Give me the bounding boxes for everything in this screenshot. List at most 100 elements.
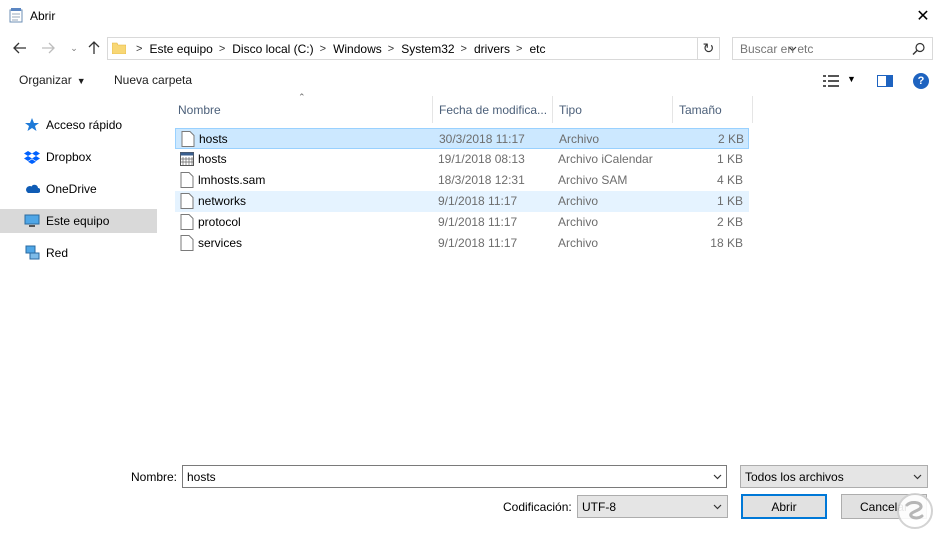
column-header-label: Tipo bbox=[559, 102, 582, 117]
column-header-label: Nombre bbox=[178, 102, 221, 117]
file-type: Archivo iCalendar bbox=[558, 152, 653, 166]
file-name: protocol bbox=[198, 215, 241, 229]
nav-item-label: Acceso rápido bbox=[46, 118, 123, 132]
nav-item-network[interactable]: Red bbox=[0, 241, 157, 265]
breadcrumb-separator-icon: > bbox=[136, 43, 143, 55]
file-icon bbox=[180, 193, 194, 209]
new-folder-button[interactable]: Nueva carpeta bbox=[114, 73, 192, 87]
file-type: Archivo bbox=[558, 236, 599, 250]
open-button[interactable]: Abrir bbox=[741, 494, 827, 519]
nav-item-dropbox[interactable]: Dropbox bbox=[0, 145, 157, 169]
nav-item-onedrive[interactable]: OneDrive bbox=[0, 177, 157, 201]
file-type: Archivo bbox=[558, 194, 599, 208]
arrow-right-icon bbox=[42, 42, 55, 54]
breadcrumb-separator-icon[interactable]: > bbox=[388, 43, 394, 55]
back-button[interactable] bbox=[9, 38, 31, 58]
breadcrumb: > Este equipo > Disco local (C:) > Windo… bbox=[130, 42, 545, 56]
nav-item-label: Dropbox bbox=[46, 150, 92, 164]
table-row[interactable]: hosts 30/3/2018 11:17 Archivo 2 KB bbox=[175, 128, 749, 149]
dialog-footer: Nombre: hosts Todos los archivos Codific… bbox=[0, 456, 946, 533]
close-icon: ✕ bbox=[916, 7, 930, 25]
arrow-up-icon bbox=[88, 41, 100, 54]
arrow-left-icon bbox=[13, 42, 26, 54]
table-row[interactable]: hosts 19/1/2018 08:13 Archivo iCalendar … bbox=[175, 149, 749, 170]
file-date: 19/1/2018 08:13 bbox=[438, 152, 525, 166]
file-size: 2 KB bbox=[716, 215, 743, 229]
search-box[interactable] bbox=[732, 37, 933, 60]
column-header-date[interactable]: Fecha de modifica... bbox=[433, 96, 553, 123]
table-row[interactable]: protocol 9/1/2018 11:17 Archivo 2 KB bbox=[175, 212, 749, 233]
help-icon[interactable]: ? bbox=[913, 73, 929, 89]
file-type-select[interactable]: Todos los archivos bbox=[740, 465, 928, 488]
file-icon bbox=[180, 172, 194, 188]
file-name-input[interactable]: hosts bbox=[182, 465, 727, 488]
refresh-button[interactable]: ↻ bbox=[698, 37, 720, 60]
file-date: 9/1/2018 11:17 bbox=[438, 194, 518, 208]
file-size: 18 KB bbox=[710, 236, 743, 250]
title-bar: Abrir ✕ bbox=[0, 0, 946, 31]
table-row[interactable]: lmhosts.sam 18/3/2018 12:31 Archivo SAM … bbox=[175, 170, 749, 191]
nav-item-label: OneDrive bbox=[46, 182, 97, 196]
view-options-caret-icon[interactable]: ▼ bbox=[847, 74, 856, 84]
file-size: 4 KB bbox=[716, 173, 743, 187]
organize-button[interactable]: Organizar ▼ bbox=[19, 73, 86, 87]
dropbox-icon bbox=[24, 149, 40, 165]
column-header-label: Fecha de modifica... bbox=[439, 102, 548, 117]
new-folder-label: Nueva carpeta bbox=[114, 73, 193, 87]
details-view-icon[interactable] bbox=[823, 75, 839, 87]
file-size: 2 KB bbox=[717, 132, 744, 146]
file-type: Archivo bbox=[559, 132, 600, 146]
file-name: services bbox=[198, 236, 243, 250]
computer-icon bbox=[24, 213, 40, 229]
up-button[interactable] bbox=[83, 38, 105, 58]
nav-item-quick-access[interactable]: Acceso rápido bbox=[0, 113, 157, 137]
file-list: ⌃ Nombre Fecha de modifica... Tipo Tamañ… bbox=[172, 92, 946, 456]
breadcrumb-item[interactable]: drivers bbox=[474, 42, 510, 56]
file-date: 9/1/2018 11:17 bbox=[438, 236, 518, 250]
recent-locations-button[interactable]: ⌄ bbox=[63, 38, 85, 58]
file-type: Archivo bbox=[558, 215, 599, 229]
file-date: 30/3/2018 11:17 bbox=[439, 132, 525, 146]
file-name-label: Nombre: bbox=[131, 470, 178, 484]
command-bar: Organizar ▼ Nueva carpeta ▼ ? bbox=[0, 66, 946, 96]
star-icon bbox=[24, 117, 40, 133]
column-header-type[interactable]: Tipo bbox=[553, 96, 673, 123]
column-header-name[interactable]: ⌃ Nombre bbox=[172, 92, 433, 123]
navigation-pane: Acceso rápido Dropbox OneDrive Este equi… bbox=[0, 106, 160, 456]
table-row[interactable]: services 9/1/2018 11:17 Archivo 18 KB bbox=[175, 233, 749, 254]
breadcrumb-separator-icon[interactable]: > bbox=[461, 43, 467, 55]
file-name: hosts bbox=[199, 132, 228, 146]
chevron-down-icon bbox=[913, 472, 922, 483]
file-type: Archivo SAM bbox=[558, 173, 628, 187]
chevron-down-icon[interactable] bbox=[713, 472, 722, 483]
file-icon bbox=[180, 214, 194, 230]
breadcrumb-item[interactable]: Este equipo bbox=[149, 42, 212, 56]
watermark-logo-icon bbox=[897, 493, 933, 529]
encoding-select[interactable]: UTF-8 bbox=[577, 495, 728, 518]
forward-button[interactable] bbox=[37, 38, 59, 58]
breadcrumb-item[interactable]: System32 bbox=[401, 42, 454, 56]
preview-pane-icon[interactable] bbox=[877, 75, 893, 87]
breadcrumb-separator-icon[interactable]: > bbox=[516, 43, 522, 55]
file-date: 18/3/2018 12:31 bbox=[438, 173, 525, 187]
nav-item-label: Red bbox=[46, 246, 69, 260]
breadcrumb-item[interactable]: etc bbox=[529, 42, 545, 56]
column-header-size[interactable]: Tamaño bbox=[673, 96, 753, 123]
file-name: lmhosts.sam bbox=[198, 173, 266, 187]
chevron-down-icon bbox=[713, 502, 722, 513]
breadcrumb-item[interactable]: Windows bbox=[333, 42, 382, 56]
search-input[interactable] bbox=[733, 38, 903, 59]
nav-item-this-pc[interactable]: Este equipo bbox=[0, 209, 157, 233]
chevron-down-icon: ⌄ bbox=[70, 42, 78, 53]
address-bar[interactable]: > Este equipo > Disco local (C:) > Windo… bbox=[107, 37, 796, 60]
breadcrumb-separator-icon[interactable]: > bbox=[320, 43, 326, 55]
window-title: Abrir bbox=[30, 9, 56, 23]
file-date: 9/1/2018 11:17 bbox=[438, 215, 518, 229]
notepad-icon bbox=[9, 8, 23, 23]
close-button[interactable]: ✕ bbox=[900, 0, 946, 31]
breadcrumb-item[interactable]: Disco local (C:) bbox=[232, 42, 313, 56]
file-size: 1 KB bbox=[716, 152, 743, 166]
table-row[interactable]: networks 9/1/2018 11:17 Archivo 1 KB bbox=[175, 191, 749, 212]
nav-item-label: Este equipo bbox=[46, 214, 110, 228]
breadcrumb-separator-icon[interactable]: > bbox=[219, 43, 225, 55]
